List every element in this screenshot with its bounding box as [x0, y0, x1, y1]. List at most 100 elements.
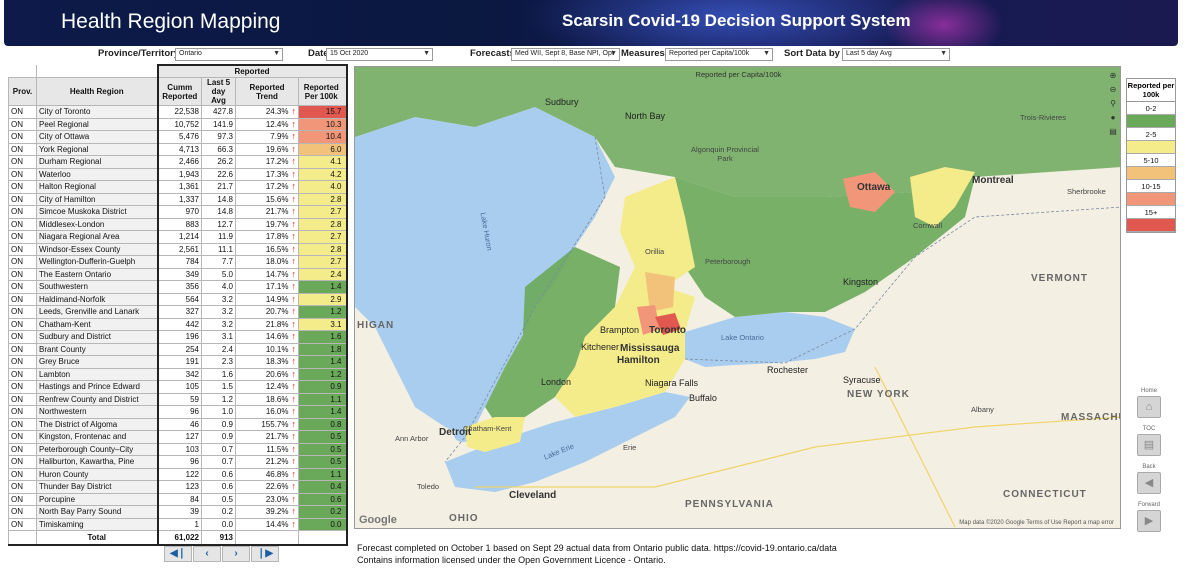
- back-button[interactable]: ◀: [1137, 472, 1161, 494]
- cell-cumm-value: 10,752: [174, 119, 199, 129]
- zoom-in-icon[interactable]: ⊕: [1108, 71, 1118, 81]
- zoom-extent-icon[interactable]: ⚲: [1108, 99, 1118, 109]
- cell-cumm-value: 2,561: [178, 244, 199, 254]
- cell-per100k-value: 10.3: [325, 119, 342, 129]
- table-row[interactable]: ON Kingston, Frontenac and 127 0.9 21.7% ↑ 0.5: [8, 430, 348, 444]
- cell-region-value: Grey Bruce: [39, 357, 80, 367]
- cell-last5: 0.9: [201, 430, 236, 444]
- cell-last5: 4.0: [201, 280, 236, 294]
- map-label-north-bay: North Bay: [625, 111, 666, 121]
- table-row[interactable]: ON Lambton 342 1.6 20.6% ↑ 1.2: [8, 367, 348, 381]
- table-row[interactable]: ON Peterborough County–City 103 0.7 11.5% ↑ 0.…: [8, 442, 348, 456]
- table-row[interactable]: ON Huron County 122 0.6 46.8% ↑ 1.1: [8, 467, 348, 481]
- next-page-button[interactable]: ›: [222, 546, 250, 562]
- table-row[interactable]: ON Renfrew County and District 59 1.2 18.6% ↑…: [8, 392, 348, 406]
- globe-icon[interactable]: ●: [1108, 113, 1118, 123]
- table-row[interactable]: ON Windsor-Essex County 2,561 11.1 16.5% ↑ 2.8: [8, 242, 348, 256]
- table-row[interactable]: ON Hastings and Prince Edward 105 1.5 12.4% ↑…: [8, 380, 348, 394]
- col-header-cumm[interactable]: Cumm Reported: [156, 77, 202, 106]
- cell-trend-value: 20.6%: [265, 369, 289, 379]
- table-row[interactable]: ON Haldimand-Norfolk 564 3.2 14.9% ↑ 2.9: [8, 292, 348, 306]
- table-row[interactable]: ON Thunder Bay District 123 0.6 22.6% ↑ 0.4: [8, 480, 348, 494]
- table-row[interactable]: ON Niagara Regional Area 1,214 11.9 17.8% ↑ 2.…: [8, 230, 348, 244]
- table-row[interactable]: ON Porcupine 84 0.5 23.0% ↑ 0.6: [8, 492, 348, 506]
- col-header-per100k[interactable]: Reported Per 100k: [298, 77, 348, 106]
- trend-up-icon: ↑: [291, 168, 297, 179]
- cell-prov: ON: [8, 467, 37, 481]
- cell-trend: 14.7% ↑: [235, 267, 299, 281]
- sort-select[interactable]: Last 5 day Avg ▼: [842, 48, 950, 61]
- cell-trend: 22.6% ↑: [235, 480, 299, 494]
- table-row[interactable]: ON Sudbury and District 196 3.1 14.6% ↑ 1.6: [8, 330, 348, 344]
- table-row[interactable]: ON Chatham-Kent 442 3.2 21.8% ↑ 3.1: [8, 317, 348, 331]
- cell-per100k: 0.8: [298, 417, 348, 431]
- col-header-region[interactable]: Health Region: [36, 77, 158, 106]
- cell-prov-value: ON: [11, 382, 23, 392]
- table-row[interactable]: ON North Bay Parry Sound 39 0.2 39.2% ↑ 0.2: [8, 505, 348, 519]
- table-row[interactable]: ON Middlesex-London 883 12.7 19.7% ↑ 2.8: [8, 217, 348, 231]
- forward-button[interactable]: ▶: [1137, 510, 1161, 532]
- table-row[interactable]: ON Haliburton, Kawartha, Pine 96 0.7 21.2% ↑ 0…: [8, 455, 348, 469]
- table-row[interactable]: ON Southwestern 356 4.0 17.1% ↑ 1.4: [8, 280, 348, 294]
- cell-per100k-value: 2.8: [330, 219, 342, 229]
- table-row[interactable]: ON York Regional 4,713 66.3 19.6% ↑ 6.0: [8, 142, 348, 156]
- cell-cumm-value: 883: [185, 219, 199, 229]
- legend-label: 5-10: [1127, 154, 1175, 167]
- table-row[interactable]: ON City of Hamilton 1,337 14.8 15.6% ↑ 2.8: [8, 192, 348, 206]
- cell-per100k: 0.9: [298, 380, 348, 394]
- cell-cumm-value: 5,476: [178, 132, 199, 142]
- cell-per100k-value: 1.4: [330, 282, 342, 292]
- map-label-michigan: HIGAN: [357, 320, 395, 331]
- table-row[interactable]: ON Waterloo 1,943 22.6 17.3% ↑ 4.2: [8, 167, 348, 181]
- table-row[interactable]: ON Wellington-Dufferin-Guelph 784 7.7 18.0% ↑…: [8, 255, 348, 269]
- trend-up-icon: ↑: [291, 443, 297, 454]
- table-row[interactable]: ON Grey Bruce 191 2.3 18.3% ↑ 1.4: [8, 355, 348, 369]
- legend-swatch: [1127, 167, 1175, 180]
- table-row[interactable]: ON Brant County 254 2.4 10.1% ↑ 1.8: [8, 342, 348, 356]
- cell-trend: 16.0% ↑: [235, 405, 299, 419]
- province-select[interactable]: Ontario ▼: [175, 48, 283, 61]
- measures-select[interactable]: Reported per Capita/100k ▼: [665, 48, 773, 61]
- toc-button[interactable]: ▤: [1137, 434, 1161, 456]
- map-attribution[interactable]: Map data ©2020 Google Terms of Use Repor…: [959, 520, 1114, 526]
- forecasts-label: Forecasts: [470, 48, 515, 59]
- cell-region: Porcupine: [36, 492, 158, 506]
- table-row[interactable]: ON Timiskaming 1 0.0 14.4% ↑ 0.0: [8, 517, 348, 531]
- col-header-last5[interactable]: Last 5 day Avg: [201, 77, 236, 106]
- table-row[interactable]: ON Peel Regional 10,752 141.9 12.4% ↑ 10.3: [8, 117, 348, 131]
- cell-trend-value: 14.6%: [265, 332, 289, 342]
- choropleth-map[interactable]: Reported per Capita/100k Sudbury North B…: [354, 66, 1121, 529]
- zoom-out-icon[interactable]: ⊖: [1108, 85, 1118, 95]
- table-row[interactable]: ON Halton Regional 1,361 21.7 17.2% ↑ 4.0: [8, 180, 348, 194]
- map-label-syracuse: Syracuse: [843, 375, 881, 385]
- cell-cumm: 84: [156, 492, 202, 506]
- cell-per100k-value: 4.1: [330, 157, 342, 167]
- table-row[interactable]: ON Northwestern 96 1.0 16.0% ↑ 1.4: [8, 405, 348, 419]
- table-row[interactable]: ON The District of Algoma 46 0.9 155.7% ↑ 0.8: [8, 417, 348, 431]
- cell-region-value: The District of Algoma: [39, 419, 118, 429]
- forecasts-select[interactable]: Med WII, Sept 8, Base NPI, Opt ▼: [511, 48, 620, 61]
- table-row[interactable]: ON Durham Regional 2,466 26.2 17.2% ↑ 4.1: [8, 155, 348, 169]
- book-icon: ▤: [1143, 439, 1155, 451]
- home-button[interactable]: ⌂: [1137, 396, 1161, 418]
- table-row[interactable]: ON City of Toronto 22,538 427.8 24.3% ↑ 15.7: [8, 105, 348, 119]
- date-select[interactable]: 15 Oct 2020 ▼: [326, 48, 433, 61]
- last-page-button[interactable]: ❘▶: [251, 546, 279, 562]
- table-row[interactable]: ON City of Ottawa 5,476 97.3 7.9% ↑ 10.4: [8, 130, 348, 144]
- table-row[interactable]: ON Leeds, Grenville and Lanark 327 3.2 20.7%…: [8, 305, 348, 319]
- table-row[interactable]: ON Simcoe Muskoka District 970 14.8 21.7% ↑ 2.…: [8, 205, 348, 219]
- prev-page-button[interactable]: ‹: [193, 546, 221, 562]
- col-header-trend[interactable]: Reported Trend: [235, 77, 299, 106]
- forward-arrow-icon: ▶: [1144, 515, 1154, 527]
- chevron-down-icon: ▼: [423, 50, 430, 57]
- col-header-prov[interactable]: Prov.: [8, 77, 37, 106]
- cell-per100k-value: 2.7: [330, 257, 342, 267]
- first-page-button[interactable]: ◀❘: [164, 546, 192, 562]
- map-canvas[interactable]: [355, 67, 1121, 529]
- cell-last5: 1.5: [201, 380, 236, 394]
- cell-last5: 26.2: [201, 155, 236, 169]
- table-row[interactable]: ON The Eastern Ontario 349 5.0 14.7% ↑ 2.4: [8, 267, 348, 281]
- layers-icon[interactable]: ▤: [1108, 127, 1118, 137]
- map-label-ottawa: Ottawa: [857, 182, 891, 193]
- cell-prov-value: ON: [11, 444, 23, 454]
